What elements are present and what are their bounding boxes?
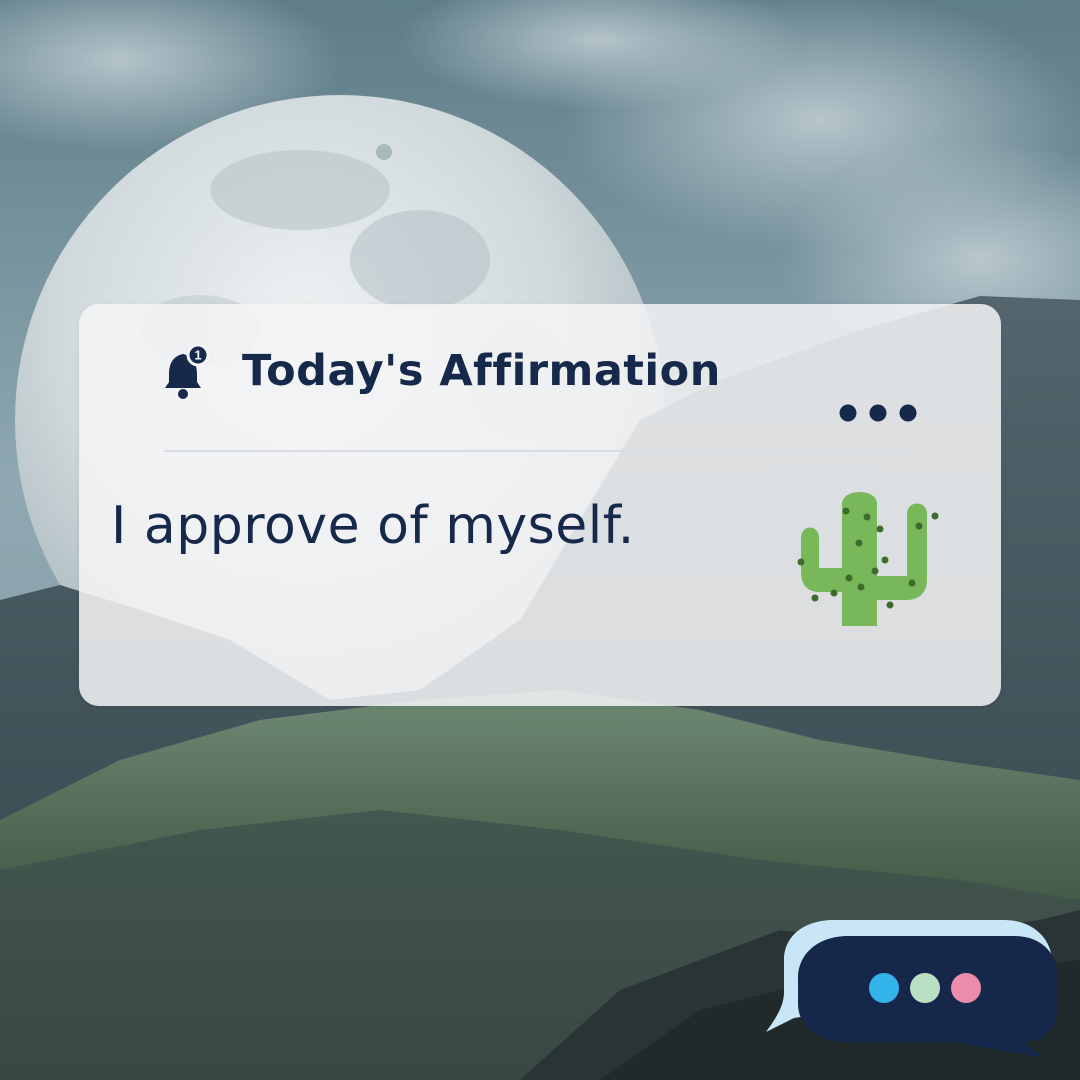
- chat-dot-pink: [951, 973, 981, 1003]
- affirmation-card[interactable]: 1 Today's Affirmation I approve of mysel…: [79, 304, 1001, 706]
- cactus-icon: [797, 492, 939, 626]
- chat-dot-blue: [869, 973, 899, 1003]
- affirmation-message: I approve of myself.: [111, 496, 635, 556]
- chat-dot-green: [910, 973, 940, 1003]
- bell-badge-count: 1: [194, 348, 201, 363]
- card-divider: [164, 450, 916, 452]
- more-horizontal-icon[interactable]: [837, 402, 919, 424]
- chat-bubble-icon[interactable]: [764, 918, 1064, 1068]
- notification-title: Today's Affirmation: [242, 346, 721, 396]
- bell-icon: 1: [165, 344, 209, 399]
